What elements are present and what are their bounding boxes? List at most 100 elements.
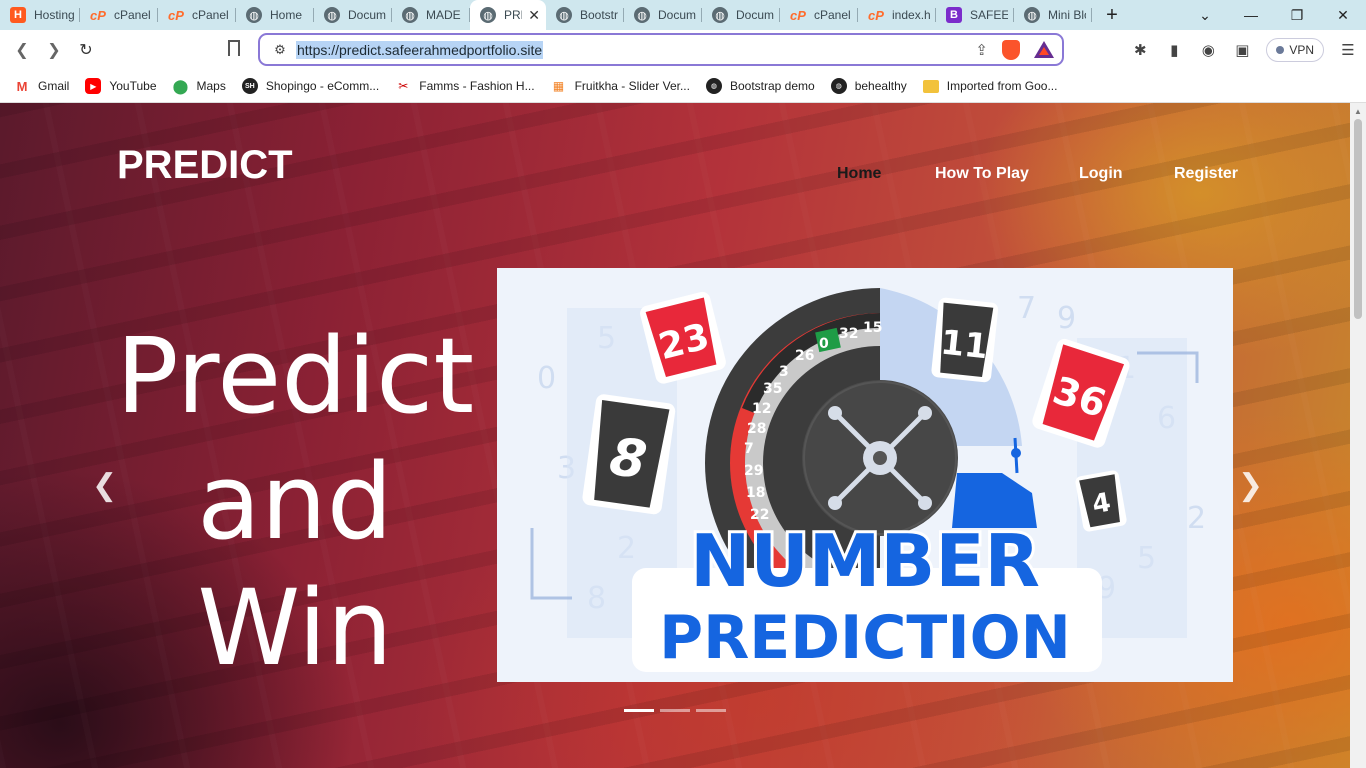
browser-tab[interactable]: ◍ Docume: [314, 0, 392, 30]
tab-strip: H Hosting cP cPanel - cP cPanel - ◍ Home ◍ Docume…: [0, 0, 1366, 30]
browser-tab[interactable]: cP cPanel -: [80, 0, 158, 30]
menu-icon[interactable]: ☰: [1338, 41, 1358, 59]
carousel-prev-button[interactable]: ❮: [92, 468, 117, 503]
site-settings-icon[interactable]: ⚙: [266, 42, 294, 58]
svg-text:0: 0: [819, 336, 829, 352]
globe-icon: ◍: [705, 78, 722, 94]
leo-ai-icon[interactable]: ◉: [1198, 41, 1218, 59]
nav-how-to-play[interactable]: How To Play: [935, 165, 1029, 183]
sidebar-icon[interactable]: ▮: [1164, 41, 1184, 59]
globe-icon: ◍: [712, 7, 728, 23]
tab-title: Bootstra: [580, 8, 618, 22]
nav-register[interactable]: Register: [1174, 165, 1238, 183]
svg-text:28: 28: [747, 421, 766, 437]
bookmark-label: YouTube: [109, 79, 157, 93]
gmail-icon: M: [16, 78, 28, 94]
cpanel-icon: cP: [168, 7, 184, 23]
browser-tab[interactable]: ◍ Docume: [624, 0, 702, 30]
bookmark-label: Imported from Goo...: [946, 79, 1058, 93]
bookmark-item[interactable]: Imported from Goo...: [922, 79, 1058, 93]
bookmark-label: Gmail: [38, 79, 70, 93]
slide-title-line-2: PREDICTION: [659, 603, 1071, 673]
back-button[interactable]: ❮: [6, 34, 38, 66]
carousel-slide-image: 053 916 252 897 32 15 0 26: [497, 268, 1233, 682]
page-scrollbar[interactable]: ▲: [1350, 103, 1366, 768]
bookmark-item[interactable]: ✂ Famms - Fashion H...: [395, 78, 534, 94]
bookmark-label: Bootstrap demo: [729, 79, 815, 93]
carousel-indicator-2[interactable]: [660, 709, 690, 712]
browser-tab[interactable]: cP cPanel F: [780, 0, 858, 30]
hero-line-1: Predict: [115, 315, 475, 437]
wallet-icon[interactable]: ▣: [1232, 41, 1252, 59]
shopingo-icon: SH: [241, 78, 258, 94]
tab-title: index.ht: [892, 8, 930, 22]
tab-search-icon[interactable]: ⌄: [1182, 0, 1228, 30]
bookmark-item[interactable]: ▶ YouTube: [85, 78, 157, 94]
youtube-icon: ▶: [85, 78, 102, 94]
close-tab-icon[interactable]: ✕: [522, 7, 540, 24]
scrollbar-thumb[interactable]: [1354, 119, 1362, 319]
bookmark-page-icon[interactable]: [228, 40, 240, 56]
tab-title: Docume: [736, 8, 774, 22]
tab-title: cPanel -: [192, 8, 230, 22]
nav-login[interactable]: Login: [1079, 165, 1123, 183]
globe-icon: ◍: [324, 7, 340, 23]
bookmark-label: Maps: [196, 79, 226, 93]
browser-tab[interactable]: ◍ PRE✕: [470, 0, 546, 30]
tab-title: PRE: [504, 8, 522, 22]
bookmark-item[interactable]: SH Shopingo - eComm...: [241, 78, 380, 94]
browser-tab[interactable]: ◍ Home: [236, 0, 314, 30]
bookmark-item[interactable]: M Gmail: [14, 78, 70, 94]
site-logo[interactable]: PREDICT: [117, 143, 293, 188]
browser-tab[interactable]: ◍ Mini Blo: [1014, 0, 1092, 30]
famms-icon: ✂: [398, 79, 409, 93]
carousel-next-button[interactable]: ❯: [1238, 468, 1263, 503]
minimize-button[interactable]: —: [1228, 0, 1274, 30]
bookmark-item[interactable]: ⬤ Maps: [173, 78, 226, 94]
carousel-indicators: [624, 709, 726, 712]
vpn-button[interactable]: VPN: [1266, 38, 1324, 62]
tab-title: Docume: [658, 8, 696, 22]
reload-button[interactable]: ↻: [70, 34, 102, 66]
browser-tab[interactable]: B SAFEER: [936, 0, 1014, 30]
toolbar-right: ✱ ▮ ◉ ▣ VPN ☰: [1130, 34, 1358, 66]
card-8: 8: [582, 394, 676, 515]
tab-list: H Hosting cP cPanel - cP cPanel - ◍ Home ◍ Docume…: [0, 0, 1092, 30]
extensions-icon[interactable]: ✱: [1130, 41, 1150, 59]
browser-tab[interactable]: ◍ MADE E: [392, 0, 470, 30]
restore-button[interactable]: ❐: [1274, 0, 1320, 30]
close-window-button[interactable]: ✕: [1320, 0, 1366, 30]
brave-shields-icon[interactable]: [1002, 39, 1020, 60]
nav-home[interactable]: Home: [837, 165, 881, 183]
bookmark-label: Fruitkha - Slider Ver...: [574, 79, 690, 93]
bookmark-item[interactable]: ▦ Fruitkha - Slider Ver...: [551, 78, 690, 94]
bookmark-item[interactable]: ◍ Bootstrap demo: [705, 78, 815, 94]
tab-title: cPanel -: [114, 8, 152, 22]
svg-text:11: 11: [939, 323, 990, 368]
carousel-indicator-1[interactable]: [624, 709, 654, 712]
hero-heading: Predict and Win: [100, 313, 490, 691]
url-text[interactable]: https://predict.safeerahmedportfolio.sit…: [296, 40, 544, 59]
cpanel-icon: cP: [790, 7, 806, 23]
bookmark-label: Shopingo - eComm...: [265, 79, 380, 93]
browser-tab[interactable]: cP cPanel -: [158, 0, 236, 30]
browser-tab[interactable]: ◍ Docume: [702, 0, 780, 30]
browser-tab[interactable]: cP index.ht: [858, 0, 936, 30]
hero-line-3: Win: [197, 567, 393, 689]
carousel-indicator-3[interactable]: [696, 709, 726, 712]
browser-tab[interactable]: H Hosting: [0, 0, 80, 30]
new-tab-button[interactable]: +: [1092, 4, 1132, 27]
brave-rewards-icon[interactable]: [1034, 41, 1054, 58]
globe-icon: ◍: [634, 7, 650, 23]
forward-button[interactable]: ❯: [38, 34, 70, 66]
folder-icon: [922, 79, 939, 93]
bookmark-item[interactable]: ◍ behealthy: [830, 78, 907, 94]
tab-title: Home: [270, 8, 303, 22]
browser-tab[interactable]: ◍ Bootstra: [546, 0, 624, 30]
scroll-up-icon[interactable]: ▲: [1354, 107, 1362, 116]
globe-icon: ◍: [246, 7, 262, 23]
svg-text:9: 9: [1057, 301, 1076, 336]
address-bar[interactable]: ⚙ https://predict.safeerahmedportfolio.s…: [258, 33, 1064, 66]
cpanel-icon: cP: [90, 7, 106, 23]
share-icon[interactable]: ⇪: [975, 41, 988, 59]
